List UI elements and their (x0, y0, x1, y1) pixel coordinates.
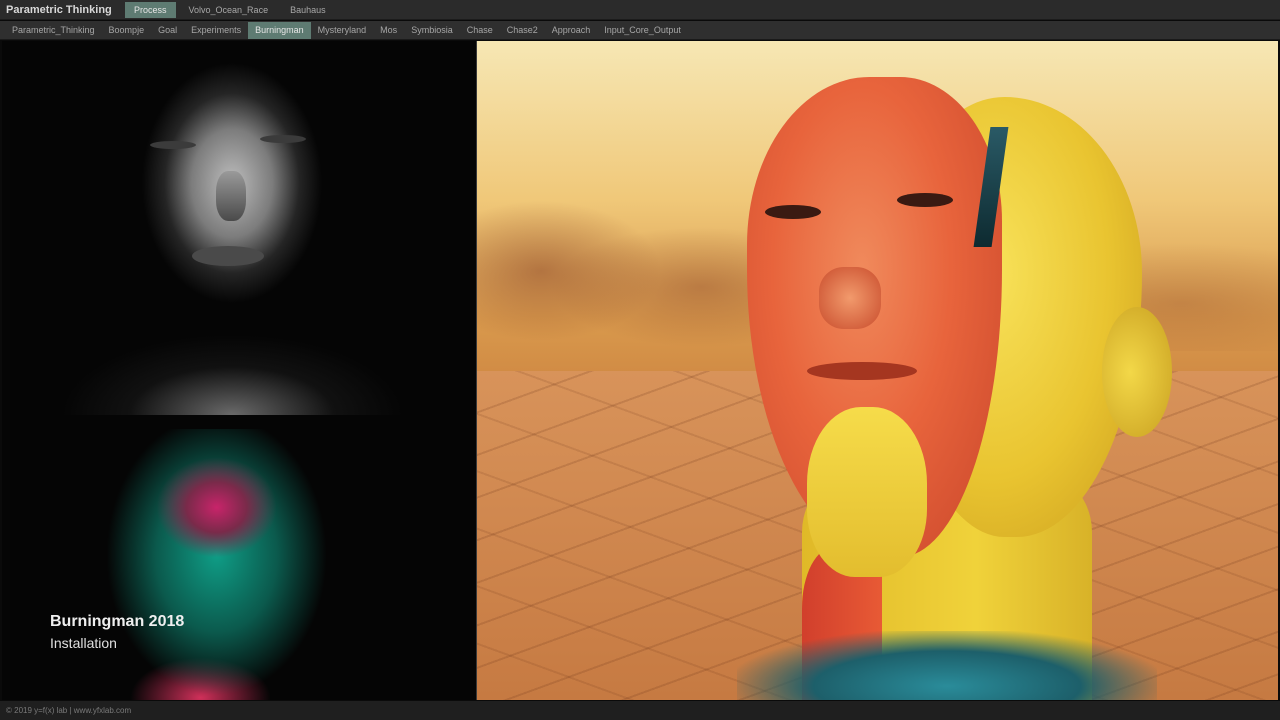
grayscale-face-render (62, 41, 402, 415)
footer-bar: © 2019 y=f(x) lab | www.yfxlab.com (0, 701, 1280, 720)
tab-mysteryland[interactable]: Mysteryland (311, 22, 374, 39)
face-eye-left (150, 141, 196, 149)
left-image-panel: Burningman 2018 Installation (2, 41, 477, 700)
tab-approach[interactable]: Approach (545, 22, 598, 39)
tab-burningman[interactable]: Burningman (248, 22, 311, 39)
face-eye-right (260, 135, 306, 143)
face-nose (216, 171, 246, 221)
tab-experiments[interactable]: Experiments (184, 22, 248, 39)
caption-subtitle: Installation (50, 635, 117, 651)
face-mouth (192, 246, 264, 266)
sculpture-chin-yellow (807, 407, 927, 577)
tab-parametric-thinking[interactable]: Parametric_Thinking (5, 22, 102, 39)
caption-title: Burningman 2018 (50, 613, 185, 630)
tab-process[interactable]: Process (125, 2, 176, 18)
split-head-sculpture (732, 77, 1202, 700)
tab-chase[interactable]: Chase (460, 22, 500, 39)
tab-volvo-ocean-race[interactable]: Volvo_Ocean_Race (180, 2, 278, 18)
presentation-window: Parametric Thinking Process Volvo_Ocean_… (0, 0, 1280, 720)
tab-symbiosia[interactable]: Symbiosia (404, 22, 460, 39)
sculpture-ear (1102, 307, 1172, 437)
sculpture-base-crystals (737, 631, 1157, 700)
footer-copyright: © 2019 y=f(x) lab | www.yfxlab.com (6, 706, 132, 715)
sculpture-eye-right (897, 193, 953, 207)
tab-mos[interactable]: Mos (373, 22, 404, 39)
masked-face-render (97, 429, 327, 700)
sculpture-mouth (807, 362, 917, 380)
tab-chase2[interactable]: Chase2 (500, 22, 545, 39)
tab-bauhaus[interactable]: Bauhaus (281, 2, 335, 18)
tab-goal[interactable]: Goal (151, 22, 184, 39)
sculpture-nose (819, 267, 881, 329)
top-tabs: Process Volvo_Ocean_Race Bauhaus (125, 2, 335, 18)
tab-boompje[interactable]: Boompje (102, 22, 152, 39)
section-bar: Parametric_Thinking Boompje Goal Experim… (0, 21, 1280, 40)
app-title: Parametric Thinking (6, 4, 112, 16)
sculpture-eye-left (765, 205, 821, 219)
tab-input-core-output[interactable]: Input_Core_Output (597, 22, 688, 39)
section-tabs: Parametric_Thinking Boompje Goal Experim… (5, 22, 688, 39)
top-bar: Parametric Thinking Process Volvo_Ocean_… (0, 0, 1280, 20)
right-image-panel (477, 41, 1278, 700)
